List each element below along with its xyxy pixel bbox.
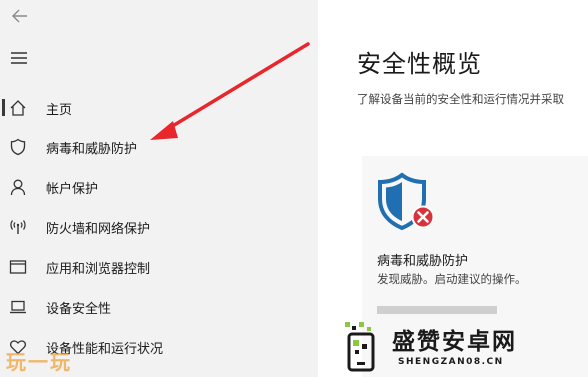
back-arrow-icon [12,9,27,23]
nav-item-account-protection[interactable]: 帐户保护 [0,167,318,207]
back-button[interactable] [10,6,30,26]
page-subtitle: 了解设备当前的安全性和运行情况并采取 [357,92,564,106]
nav-item-virus-protection[interactable]: 病毒和威胁防护 [0,127,318,167]
sidebar: 主页 病毒和威胁防护 帐户保护 防火墙和网络保护 应用和浏览器控制 设备安全性 [0,0,318,377]
nav-item-label: 帐户保护 [46,181,99,197]
person-icon [9,178,27,196]
app-window-icon [9,258,27,276]
nav-item-label: 病毒和威胁防护 [46,141,138,157]
nav-item-label: 应用和浏览器控制 [46,261,151,277]
shield-icon [9,138,27,156]
card-action-bar[interactable] [377,306,497,314]
nav-item-app-browser-control[interactable]: 应用和浏览器控制 [0,247,318,287]
nav-item-label: 主页 [46,102,73,118]
laptop-icon [9,298,27,316]
nav-item-firewall[interactable]: 防火墙和网络保护 [0,207,318,247]
wifi-antenna-icon [9,218,27,236]
watermark-brand: 盛赞安卓网 [392,329,517,355]
card-title: 病毒和威胁防护 [377,254,469,269]
page-title: 安全性概览 [357,50,482,78]
nav-item-label: 防火墙和网络保护 [46,221,151,237]
card-description: 发现威胁。启动建议的操作。 [377,272,527,286]
shield-error-icon [376,172,436,234]
nav-item-home[interactable]: 主页 [0,88,318,128]
hamburger-icon [11,52,27,64]
watermark-logo-icon [343,320,385,372]
watermark-left: 玩一玩 [6,350,72,374]
nav-item-device-security[interactable]: 设备安全性 [0,287,318,327]
home-icon [9,99,27,117]
menu-button[interactable] [10,50,28,66]
nav-item-label: 设备安全性 [46,301,112,317]
watermark-url: SHENGZAN08.CN [398,357,504,367]
